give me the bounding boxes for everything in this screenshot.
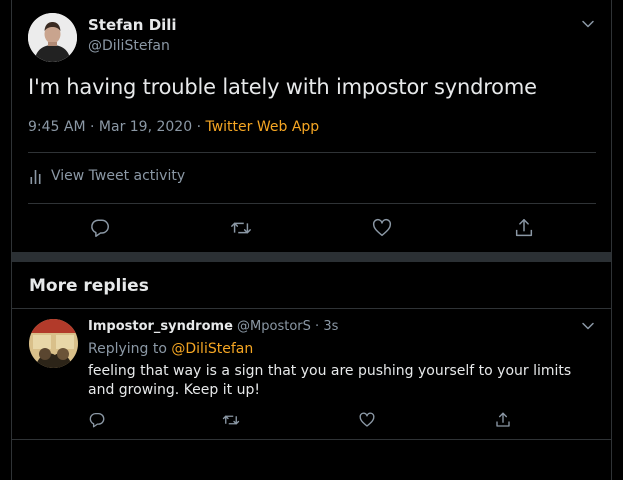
tweet-text: I'm having trouble lately with impostor … xyxy=(28,75,537,99)
meta-separator: · xyxy=(315,319,320,334)
more-replies-heading: More replies xyxy=(29,276,149,296)
author-handle[interactable]: @DiliStefan xyxy=(88,38,170,54)
chevron-down-icon[interactable] xyxy=(581,17,595,31)
replying-prefix: Replying to xyxy=(88,341,167,357)
bar-chart-icon xyxy=(30,170,41,184)
retweet-icon[interactable] xyxy=(222,411,240,429)
avatar[interactable] xyxy=(29,319,78,368)
tweet-source-link[interactable]: Twitter Web App xyxy=(205,119,319,135)
heart-icon[interactable] xyxy=(358,411,376,429)
reply-author-name[interactable]: Impostor_syndrome xyxy=(88,319,233,334)
divider xyxy=(28,152,596,153)
meta-separator: · xyxy=(196,119,202,135)
chevron-down-icon[interactable] xyxy=(581,319,595,333)
view-tweet-activity-link[interactable]: View Tweet activity xyxy=(30,168,185,184)
section-separator xyxy=(12,252,611,262)
tweet-date[interactable]: Mar 19, 2020 xyxy=(99,119,192,135)
reply-header: Impostor_syndrome @MpostorS · 3s xyxy=(88,319,338,334)
divider xyxy=(12,308,611,309)
avatar-photo xyxy=(29,319,78,368)
reply-icon[interactable] xyxy=(89,217,111,239)
reply-author-handle[interactable]: @MpostorS xyxy=(237,319,311,334)
share-icon[interactable] xyxy=(513,217,535,239)
mention-link[interactable]: @DiliStefan xyxy=(171,341,253,357)
column-border-right xyxy=(611,0,612,480)
reply-text: feeling that way is a sign that you are … xyxy=(88,363,572,398)
tweet-meta: 9:45 AM · Mar 19, 2020 · Twitter Web App xyxy=(28,119,319,135)
divider xyxy=(28,203,596,204)
replying-to: Replying to @DiliStefan xyxy=(88,341,253,357)
tweet-thread-view: Stefan Dili @DiliStefan I'm having troub… xyxy=(0,0,623,480)
meta-separator: · xyxy=(90,119,95,135)
divider xyxy=(12,439,611,440)
activity-label: View Tweet activity xyxy=(51,168,186,184)
retweet-icon[interactable] xyxy=(230,217,252,239)
tweet-time[interactable]: 9:45 AM xyxy=(28,119,86,135)
avatar-photo xyxy=(28,13,77,62)
author-name[interactable]: Stefan Dili xyxy=(88,16,177,34)
reply-time[interactable]: 3s xyxy=(323,319,338,334)
main-tweet: Stefan Dili @DiliStefan I'm having troub… xyxy=(12,0,611,252)
heart-icon[interactable] xyxy=(371,217,393,239)
share-icon[interactable] xyxy=(494,411,512,429)
avatar[interactable] xyxy=(28,13,77,62)
reply-icon[interactable] xyxy=(88,411,106,429)
